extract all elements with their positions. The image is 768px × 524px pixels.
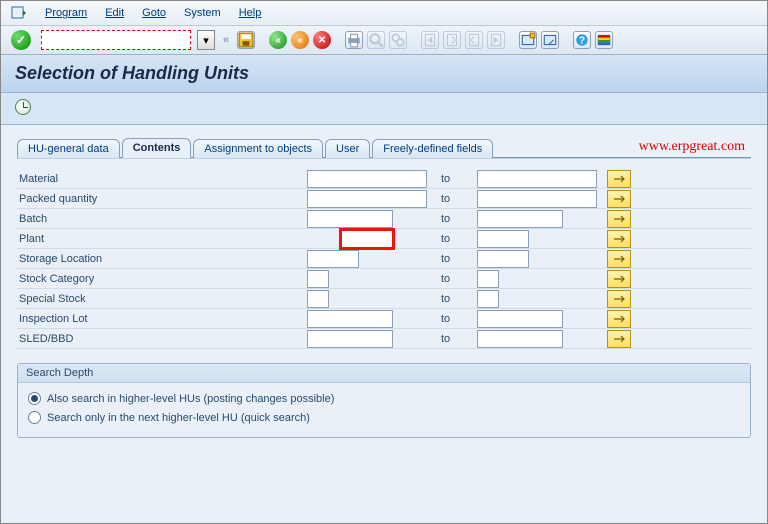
- tab-hu-general[interactable]: HU-general data: [17, 139, 120, 158]
- plant-low[interactable]: [341, 230, 393, 248]
- radio-higher-label: Also search in higher-level HUs (posting…: [47, 393, 334, 405]
- menu-goto[interactable]: Goto: [142, 7, 166, 19]
- tab-freely-defined[interactable]: Freely-defined fields: [372, 139, 493, 158]
- packed-qty-low[interactable]: [307, 190, 427, 208]
- material-low[interactable]: [307, 170, 427, 188]
- row-sled-bbd: SLED/BBD to: [17, 329, 751, 349]
- menu-bar: Program Edit Goto System Help: [1, 1, 767, 26]
- command-field[interactable]: [41, 30, 191, 50]
- session-menu-icon[interactable]: [11, 5, 27, 21]
- tab-contents[interactable]: Contents: [122, 138, 192, 158]
- label-sled-bbd: SLED/BBD: [17, 333, 307, 345]
- menu-edit[interactable]: Edit: [105, 7, 124, 19]
- special-stock-high[interactable]: [477, 290, 499, 308]
- label-packed-quantity: Packed quantity: [17, 193, 307, 205]
- radio-next-label: Search only in the next higher-level HU …: [47, 412, 310, 424]
- row-packed-quantity: Packed quantity to: [17, 189, 751, 209]
- find-button: [367, 31, 385, 49]
- plant-multiple-selection[interactable]: [607, 230, 631, 248]
- new-session-button[interactable]: [519, 31, 537, 49]
- stock-cat-high[interactable]: [477, 270, 499, 288]
- inspection-lot-low[interactable]: [307, 310, 393, 328]
- enter-button[interactable]: [11, 30, 31, 50]
- packed-qty-high[interactable]: [477, 190, 597, 208]
- batch-low[interactable]: [307, 210, 393, 228]
- label-plant: Plant: [17, 233, 307, 245]
- last-page-button: [487, 31, 505, 49]
- label-storage-location: Storage Location: [17, 253, 307, 265]
- label-material: Material: [17, 173, 307, 185]
- stock-cat-low[interactable]: [307, 270, 329, 288]
- tabstrip: HU-general data Contents Assignment to o…: [17, 137, 751, 158]
- material-high[interactable]: [477, 170, 597, 188]
- radio-row-higher: Also search in higher-level HUs (posting…: [28, 389, 740, 408]
- row-storage-location: Storage Location to: [17, 249, 751, 269]
- menu-program[interactable]: Program: [45, 7, 87, 19]
- material-multiple-selection[interactable]: [607, 170, 631, 188]
- execute-button[interactable]: [15, 99, 31, 115]
- save-button[interactable]: [237, 31, 255, 49]
- radio-next-higher[interactable]: [28, 411, 41, 424]
- row-batch: Batch to: [17, 209, 751, 229]
- page-title: Selection of Handling Units: [15, 63, 753, 84]
- layout-menu-button[interactable]: [595, 31, 613, 49]
- menu-help[interactable]: Help: [239, 7, 262, 19]
- label-inspection-lot: Inspection Lot: [17, 313, 307, 325]
- title-bar: Selection of Handling Units: [1, 55, 767, 93]
- storage-loc-low[interactable]: [307, 250, 359, 268]
- svg-text:?: ?: [579, 35, 585, 46]
- search-depth-group: Search Depth Also search in higher-level…: [17, 363, 751, 438]
- label-special-stock: Special Stock: [17, 293, 307, 305]
- sled-bbd-low[interactable]: [307, 330, 393, 348]
- app-toolbar: [1, 93, 767, 125]
- exit-button[interactable]: «: [291, 31, 309, 49]
- selection-area: Material to Packed quantity to Batch to …: [17, 158, 751, 349]
- main-canvas: HU-general data Contents Assignment to o…: [1, 125, 767, 523]
- batch-high[interactable]: [477, 210, 563, 228]
- menu-system[interactable]: System: [184, 7, 221, 19]
- label-stock-category: Stock Category: [17, 273, 307, 285]
- command-field-dropdown[interactable]: ▾: [197, 30, 215, 50]
- back-button[interactable]: «: [269, 31, 287, 49]
- storage-loc-multiple-selection[interactable]: [607, 250, 631, 268]
- search-depth-title: Search Depth: [18, 364, 750, 383]
- collapse-icon[interactable]: «: [223, 34, 229, 46]
- radio-row-next: Search only in the next higher-level HU …: [28, 408, 740, 427]
- tab-assignment[interactable]: Assignment to objects: [193, 139, 323, 158]
- packed-qty-multiple-selection[interactable]: [607, 190, 631, 208]
- batch-multiple-selection[interactable]: [607, 210, 631, 228]
- print-button[interactable]: [345, 31, 363, 49]
- row-inspection-lot: Inspection Lot to: [17, 309, 751, 329]
- storage-loc-high[interactable]: [477, 250, 529, 268]
- special-stock-low[interactable]: [307, 290, 329, 308]
- row-special-stock: Special Stock to: [17, 289, 751, 309]
- row-stock-category: Stock Category to: [17, 269, 751, 289]
- inspection-lot-multiple-selection[interactable]: [607, 310, 631, 328]
- first-page-button: [421, 31, 439, 49]
- next-page-button: [465, 31, 483, 49]
- sled-bbd-high[interactable]: [477, 330, 563, 348]
- watermark-text: www.erpgreat.com: [639, 139, 751, 155]
- system-toolbar: ▾ « « « ✕ ?: [1, 26, 767, 55]
- plant-high[interactable]: [477, 230, 529, 248]
- generate-shortcut-button[interactable]: [541, 31, 559, 49]
- row-material: Material to: [17, 169, 751, 189]
- tab-user[interactable]: User: [325, 139, 370, 158]
- prev-page-button: [443, 31, 461, 49]
- inspection-lot-high[interactable]: [477, 310, 563, 328]
- radio-higher-level[interactable]: [28, 392, 41, 405]
- help-button[interactable]: ?: [573, 31, 591, 49]
- row-plant: Plant to: [17, 229, 751, 249]
- special-stock-multiple-selection[interactable]: [607, 290, 631, 308]
- find-next-button: [389, 31, 407, 49]
- stock-cat-multiple-selection[interactable]: [607, 270, 631, 288]
- cancel-button[interactable]: ✕: [313, 31, 331, 49]
- label-batch: Batch: [17, 213, 307, 225]
- sled-bbd-multiple-selection[interactable]: [607, 330, 631, 348]
- to-label: to: [437, 173, 477, 185]
